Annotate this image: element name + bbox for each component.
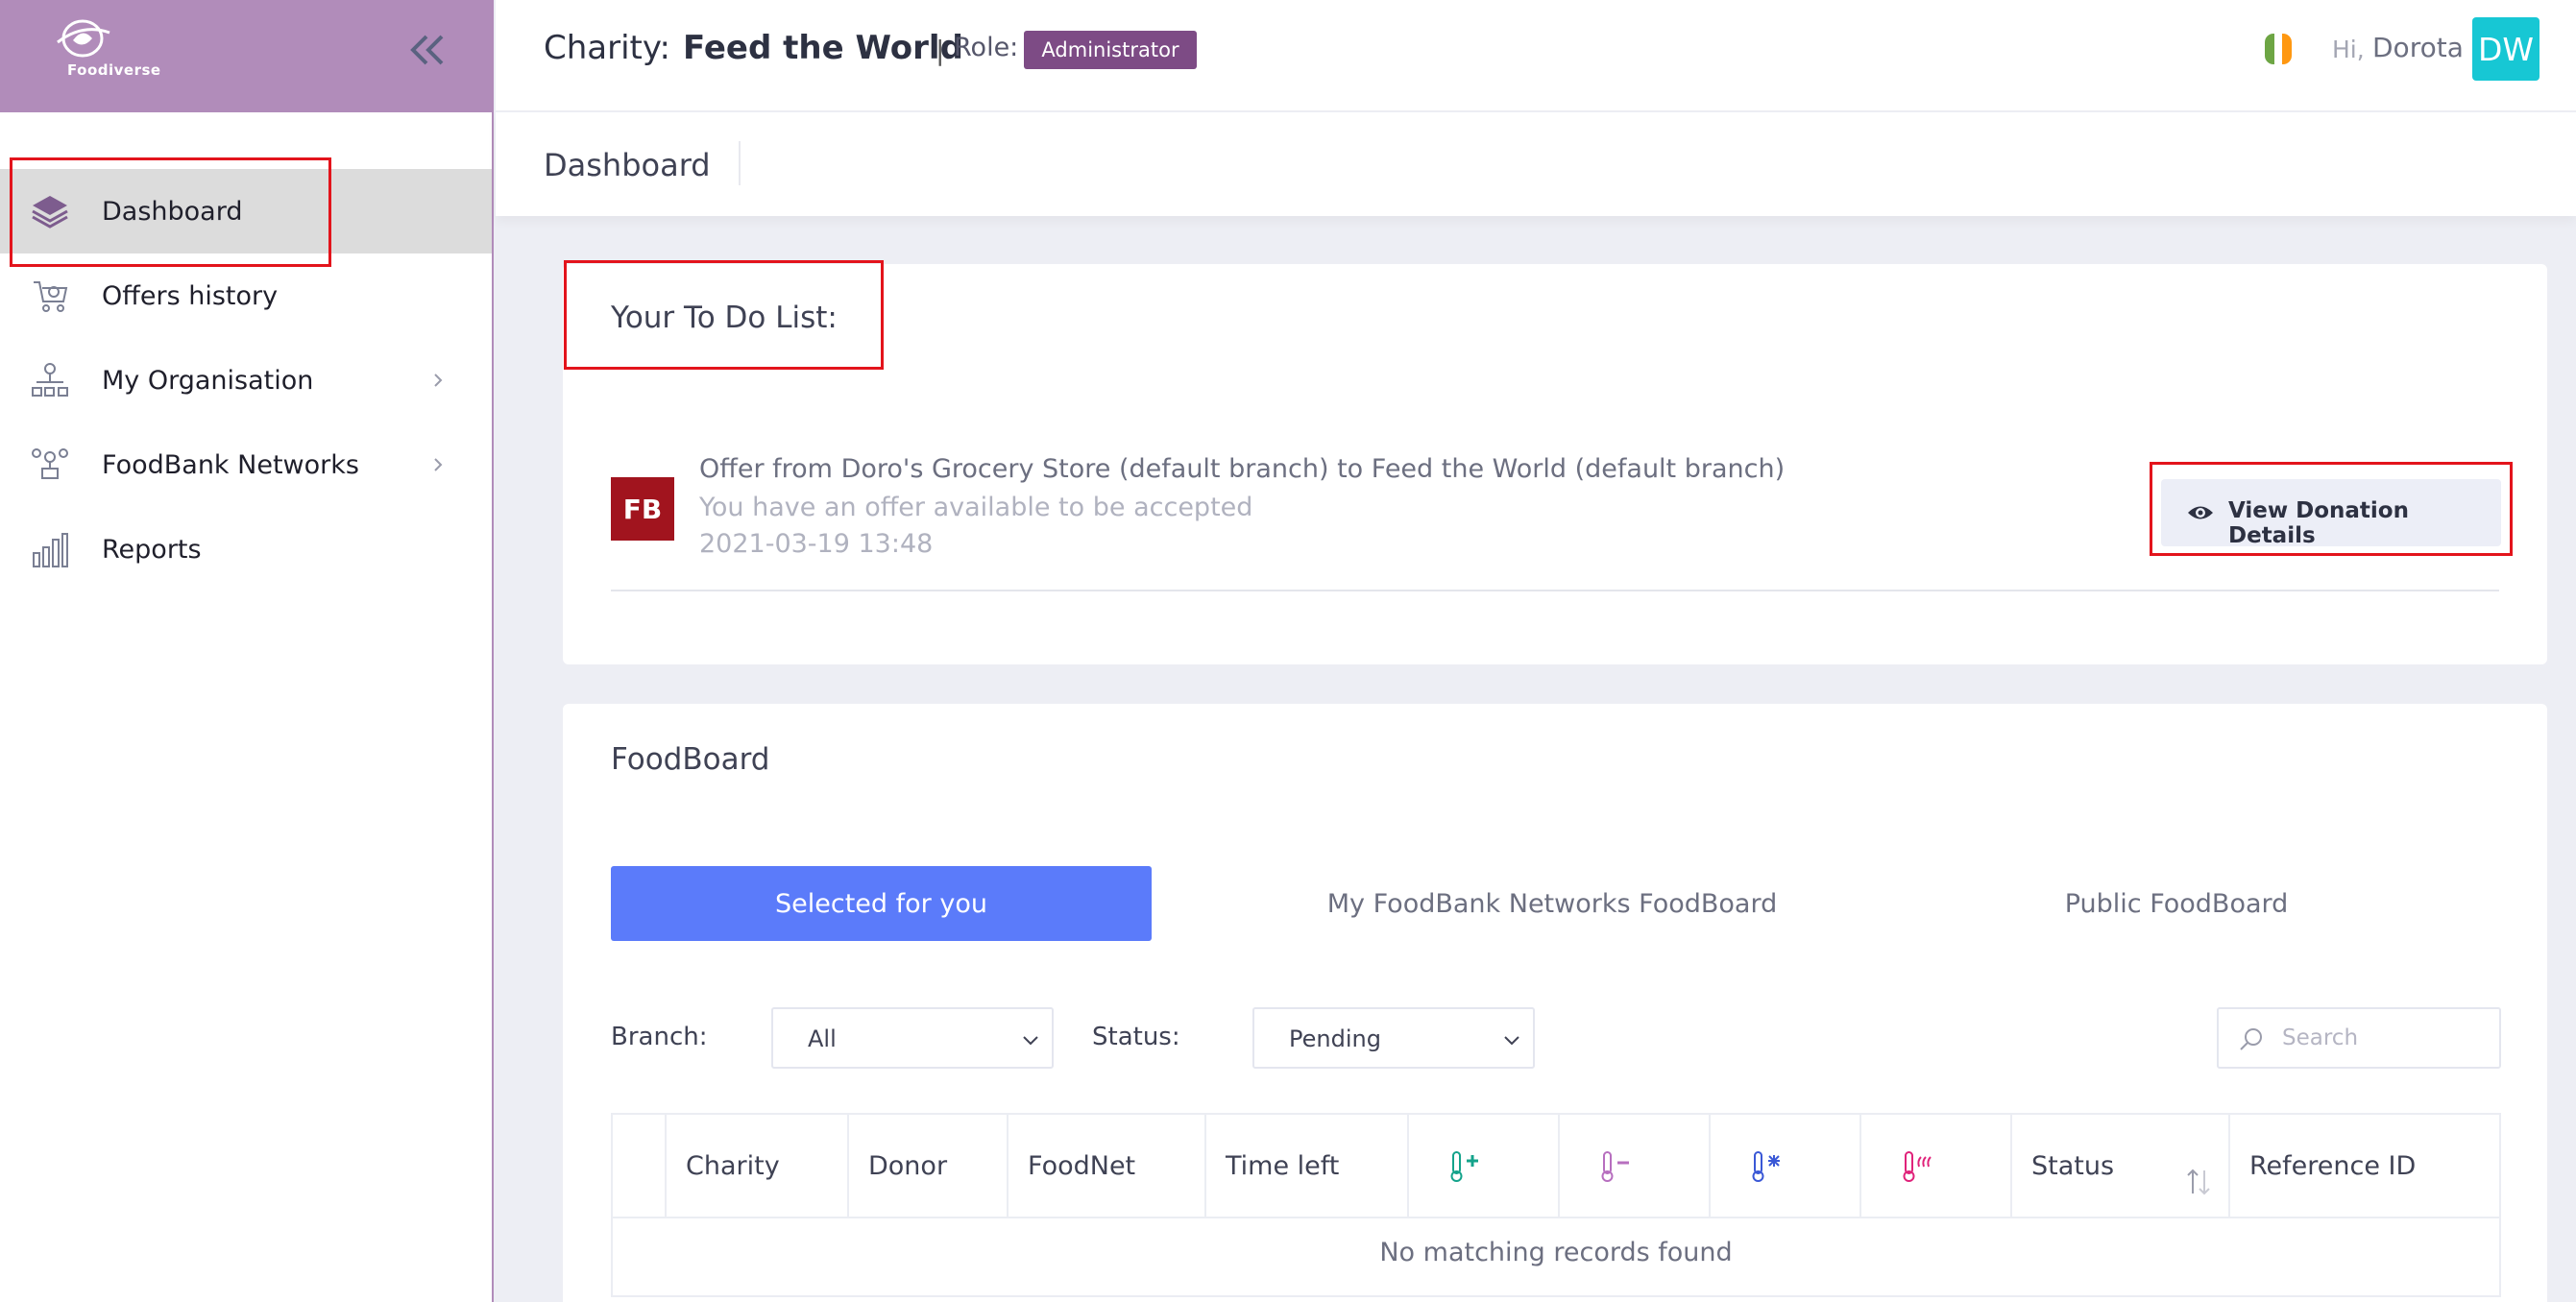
branch-select[interactable]: All	[771, 1007, 1054, 1069]
foodboard-title: FoodBoard	[611, 742, 770, 777]
column-header-select	[613, 1115, 667, 1218]
offer-date: 2021-03-19 13:48	[699, 529, 934, 559]
bar-chart-icon	[33, 533, 68, 567]
sidebar-item-label: Reports	[102, 534, 202, 565]
branch-label: Branch:	[611, 1023, 708, 1051]
tab-selected-for-you[interactable]: Selected for you	[611, 866, 1152, 941]
column-header-foodnet[interactable]: FoodNet	[1009, 1115, 1206, 1218]
column-header-chilled[interactable]	[1560, 1115, 1711, 1218]
todo-list-card: Your To Do List: FB Offer from Doro's Gr…	[563, 260, 2547, 664]
column-header-frozen[interactable]	[1711, 1115, 1861, 1218]
status-select[interactable]: Pending	[1252, 1007, 1535, 1069]
top-header: Charity: Feed the World | Role: Administ…	[496, 0, 2576, 111]
chilled-icon	[1601, 1151, 1629, 1182]
chevron-right-icon	[434, 458, 443, 471]
hot-icon	[1903, 1151, 1932, 1182]
brand-bar: Foodiverse	[0, 0, 492, 112]
sidebar-item-label: Offers history	[102, 280, 279, 311]
column-header-label: Donor	[868, 1151, 948, 1181]
search-box[interactable]	[2217, 1007, 2501, 1069]
column-header-ambient[interactable]	[1409, 1115, 1560, 1218]
avatar[interactable]: DW	[2472, 17, 2540, 81]
column-header-label: Status	[2031, 1151, 2115, 1181]
sidebar-item-label: My Organisation	[102, 365, 314, 396]
charity-name: Feed the World	[683, 29, 963, 67]
role-label: Role:	[954, 33, 1019, 62]
offers-history-icon	[34, 281, 68, 312]
chevron-right-icon	[434, 374, 443, 387]
empty-table-message: No matching records found	[1379, 1238, 1733, 1267]
charity-label: Charity:	[544, 29, 670, 67]
search-input[interactable]	[2282, 1021, 2493, 1055]
subheader-divider	[739, 141, 741, 185]
sidebar-item-reports[interactable]: Reports	[0, 507, 492, 591]
column-header-charity[interactable]: Charity	[667, 1115, 849, 1218]
column-header-time-left[interactable]: Time left	[1206, 1115, 1409, 1218]
search-icon	[2240, 1028, 2262, 1050]
offer-badge: FB	[611, 477, 674, 541]
foodboard-table: Charity Donor FoodNet Time left Status R…	[611, 1113, 2501, 1297]
column-header-status[interactable]: Status	[2012, 1115, 2230, 1218]
frozen-icon	[1752, 1151, 1780, 1182]
column-header-hot[interactable]	[1861, 1115, 2012, 1218]
brand-name: Foodiverse	[67, 61, 161, 79]
chevron-down-icon	[1504, 1036, 1519, 1046]
chevron-down-icon	[1023, 1036, 1038, 1046]
table-header: Charity Donor FoodNet Time left Status R…	[613, 1115, 2499, 1218]
column-header-label: Time left	[1226, 1151, 1340, 1181]
status-select-value: Pending	[1289, 1025, 1381, 1052]
role-badge: Administrator	[1024, 31, 1197, 69]
table-body: No matching records found	[613, 1218, 2499, 1295]
sidebar-item-my-organisation[interactable]: My Organisation	[0, 338, 492, 422]
ireland-flag-icon[interactable]	[2261, 32, 2296, 66]
tab-public-foodboard[interactable]: Public FoodBoard	[1956, 866, 2397, 941]
network-icon	[32, 448, 68, 479]
sort-icon[interactable]	[2184, 1167, 2213, 1197]
sidebar: Foodiverse Dashboard Offers history My O…	[0, 0, 494, 1302]
column-header-reference-id[interactable]: Reference ID	[2230, 1115, 2499, 1218]
highlight-view-button	[2150, 462, 2513, 556]
foodboard-card: FoodBoard Selected for you My FoodBank N…	[563, 704, 2547, 1302]
user-name[interactable]: Dorota	[2372, 32, 2464, 63]
column-header-label: Charity	[686, 1151, 780, 1181]
offer-title: Offer from Doro's Grocery Store (default…	[699, 454, 1786, 484]
column-header-label: Reference ID	[2249, 1151, 2417, 1181]
page-title: Dashboard	[544, 147, 711, 183]
tab-my-foodbank-networks[interactable]: My FoodBank Networks FoodBoard	[1283, 866, 1821, 941]
header-separator: |	[936, 35, 945, 66]
org-chart-icon	[32, 363, 68, 397]
sidebar-item-label: FoodBank Networks	[102, 449, 359, 480]
collapse-sidebar-icon[interactable]	[405, 31, 453, 69]
column-header-label: FoodNet	[1028, 1151, 1136, 1181]
ambient-icon	[1450, 1151, 1478, 1182]
todo-divider	[611, 590, 2499, 591]
subheader: Dashboard	[496, 112, 2576, 216]
greeting-label: Hi,	[2332, 36, 2365, 63]
sidebar-item-foodbank-networks[interactable]: FoodBank Networks	[0, 422, 492, 507]
branch-select-value: All	[808, 1025, 837, 1052]
offer-subtitle: You have an offer available to be accept…	[699, 493, 1253, 522]
highlight-dashboard-item	[10, 157, 331, 267]
column-header-donor[interactable]: Donor	[849, 1115, 1009, 1218]
highlight-todo-title	[564, 260, 884, 370]
status-label: Status:	[1092, 1023, 1180, 1051]
